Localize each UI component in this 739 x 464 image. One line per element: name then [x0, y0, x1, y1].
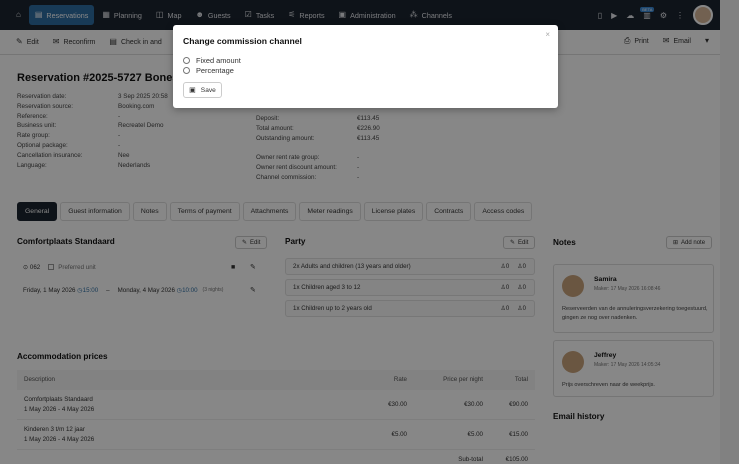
dialog-title: Change commission channel [183, 36, 302, 46]
floppy-disk-icon: ▣ [189, 87, 196, 94]
fixed-amount-radio[interactable] [183, 57, 190, 64]
fixed-amount-option[interactable]: Fixed amount [183, 56, 241, 65]
save-button[interactable]: ▣ Save [183, 82, 222, 98]
percentage-option[interactable]: Percentage [183, 66, 234, 75]
close-icon[interactable]: × [545, 30, 550, 39]
percentage-radio[interactable] [183, 67, 190, 74]
change-commission-dialog: Change commission channel × Fixed amount… [173, 25, 558, 108]
